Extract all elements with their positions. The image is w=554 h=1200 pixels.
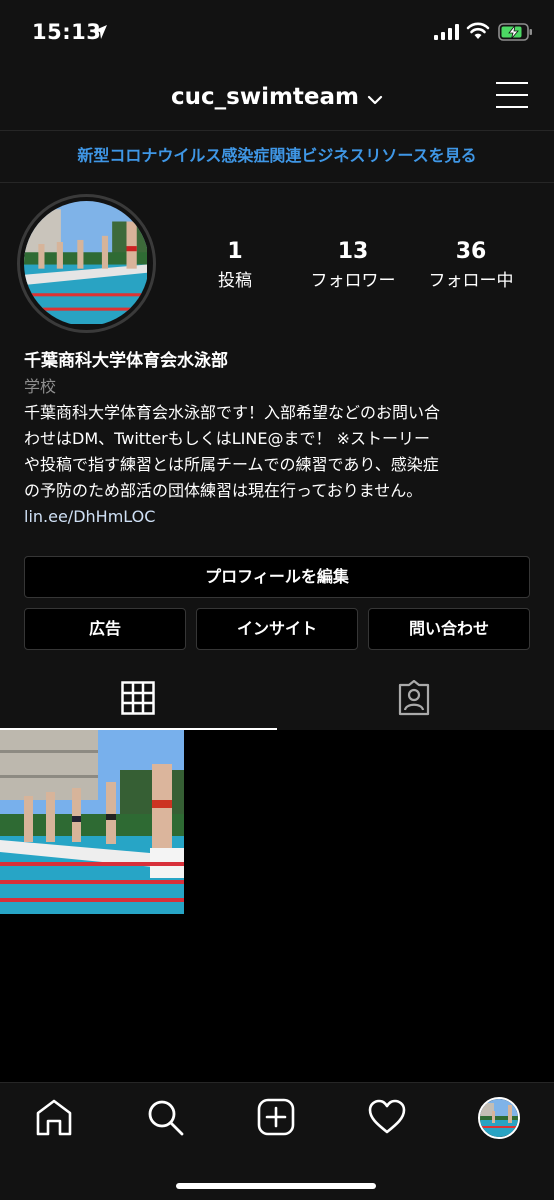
- following-label: フォロー中: [428, 271, 514, 291]
- profile-header: cuc_swimteam: [0, 68, 554, 131]
- profile-name: 千葉商科大学体育会水泳部: [24, 351, 228, 371]
- nav-profile-avatar[interactable]: [478, 1097, 520, 1139]
- followers-label: フォロワー: [310, 271, 396, 291]
- status-bar: 15:13: [0, 0, 554, 68]
- chevron-down-icon: [367, 85, 383, 111]
- tagged-person-icon: [398, 680, 430, 716]
- posts-label: 投稿: [218, 271, 252, 291]
- add-post-icon: [257, 1098, 295, 1136]
- wifi-icon: [466, 22, 490, 39]
- bio: 千葉商科大学体育会水泳部 学校 千葉商科大学体育会水泳部です！入部希望などのお問…: [24, 348, 534, 530]
- followers-count: 13: [337, 239, 369, 264]
- grid-icon: [121, 681, 155, 715]
- tab-grid[interactable]: [0, 664, 277, 730]
- post-thumbnail[interactable]: [0, 730, 184, 914]
- profile-avatar-photo: [480, 1099, 518, 1137]
- stat-followers[interactable]: 13 フォロワー: [293, 239, 413, 291]
- status-time: 15:13: [32, 20, 102, 44]
- avatar[interactable]: [17, 194, 156, 333]
- stat-posts[interactable]: 1 投稿: [175, 239, 295, 291]
- post-photo: [0, 730, 184, 914]
- posts-grid: [0, 730, 554, 1082]
- bio-line: や投稿で指す練習とは所属チームでの練習であり、感染症: [24, 455, 439, 474]
- search-icon: [148, 1100, 184, 1136]
- contact-button[interactable]: 問い合わせ: [368, 608, 530, 650]
- profile-tabs: [0, 664, 554, 730]
- stat-following[interactable]: 36 フォロー中: [411, 239, 531, 291]
- bio-line: 千葉商科大学体育会水泳部です！入部希望などのお問い合: [24, 403, 441, 422]
- covid-resources-link[interactable]: 新型コロナウイルス感染症関連ビジネスリソースを見る: [0, 131, 554, 183]
- battery-charging-icon: [498, 23, 532, 41]
- nav-home[interactable]: [34, 1097, 74, 1137]
- heart-icon: [368, 1099, 406, 1134]
- avatar-photo: [24, 201, 147, 324]
- account-switcher[interactable]: cuc_swimteam: [0, 84, 554, 111]
- nav-add-post[interactable]: [256, 1097, 296, 1137]
- username-label: cuc_swimteam: [170, 84, 359, 110]
- edit-profile-button[interactable]: プロフィールを編集: [24, 556, 530, 598]
- home-indicator: [176, 1183, 376, 1189]
- following-count: 36: [455, 239, 487, 264]
- insights-button[interactable]: インサイト: [196, 608, 358, 650]
- posts-count: 1: [227, 239, 243, 264]
- ads-button[interactable]: 広告: [24, 608, 186, 650]
- bio-line: わせはDM、TwitterもしくはLINE@まで！ ※ストーリー: [24, 429, 430, 448]
- profile-category: 学校: [24, 377, 57, 396]
- bottom-nav: [0, 1082, 554, 1200]
- bio-link[interactable]: lin.ee/DhHmLOC: [24, 504, 534, 530]
- signal-icon: [434, 24, 459, 40]
- hamburger-menu-icon[interactable]: [496, 82, 528, 110]
- home-icon: [36, 1099, 72, 1136]
- nav-search[interactable]: [145, 1097, 185, 1137]
- bio-line: の予防のため部活の団体練習は現在行っておりません。: [24, 481, 423, 500]
- nav-activity[interactable]: [367, 1097, 407, 1137]
- tab-tagged[interactable]: [277, 664, 554, 730]
- location-arrow-icon: [93, 25, 107, 39]
- profile-section: 1 投稿 13 フォロワー 36 フォロー中 千葉商科大学体育会水泳部 学校 千…: [0, 183, 554, 730]
